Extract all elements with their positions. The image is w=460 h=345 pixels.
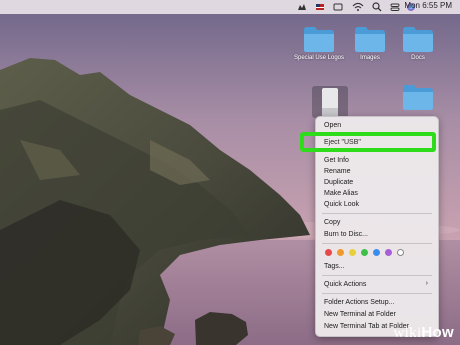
menu-item-get-info[interactable]: Get Info: [324, 156, 349, 165]
menu-item-quick-actions[interactable]: Quick Actions: [324, 280, 366, 289]
menu-item-quick-look[interactable]: Quick Look: [324, 200, 359, 209]
folder-icon: [355, 27, 385, 52]
submenu-arrow-icon: ›: [425, 280, 428, 287]
folder-icon: [304, 27, 334, 52]
keyboard-icon[interactable]: [333, 2, 343, 12]
menu-item-new-terminal[interactable]: New Terminal at Folder: [324, 310, 396, 319]
menu-separator: [322, 275, 432, 276]
folder-icon: [403, 27, 433, 52]
folder-icon: [403, 85, 433, 110]
menubar-clock[interactable]: Mon 6:55 PM: [404, 1, 452, 10]
search-icon[interactable]: [372, 2, 382, 12]
highlight-box: [300, 132, 436, 152]
menu-item-rename[interactable]: Rename: [324, 167, 350, 176]
tag-purple[interactable]: [385, 249, 392, 256]
tag-yellow[interactable]: [349, 249, 356, 256]
menu-bar: Mon 6:55 PM: [0, 0, 460, 14]
desktop-folder-docs[interactable]: Docs: [390, 25, 446, 61]
menu-separator: [322, 293, 432, 294]
menu-item-tags[interactable]: Tags...: [324, 262, 345, 271]
folder-label: Docs: [411, 55, 425, 61]
menu-item-folder-actions-setup[interactable]: Folder Actions Setup...: [324, 298, 394, 307]
desktop-folder[interactable]: [390, 83, 446, 111]
menu-separator: [322, 213, 432, 214]
tag-blue[interactable]: [373, 249, 380, 256]
control-center-icon[interactable]: [390, 2, 400, 12]
desktop-folder-special-use-logos[interactable]: Special Use Logos: [291, 25, 347, 61]
app-icon[interactable]: [297, 2, 307, 12]
menu-item-duplicate[interactable]: Duplicate: [324, 178, 353, 187]
wikihow-watermark: wikiHow: [393, 324, 454, 341]
menu-item-burn-to-disc[interactable]: Burn to Disc...: [324, 230, 368, 239]
wifi-icon[interactable]: [352, 2, 364, 12]
tag-red[interactable]: [325, 249, 332, 256]
menu-item-make-alias[interactable]: Make Alias: [324, 189, 358, 198]
folder-label: Special Use Logos: [293, 55, 345, 61]
tag-gray[interactable]: [397, 249, 404, 256]
tag-green[interactable]: [361, 249, 368, 256]
flag-icon[interactable]: [315, 2, 325, 12]
usb-drive-selection[interactable]: [312, 86, 348, 118]
tag-orange[interactable]: [337, 249, 344, 256]
usb-drive-icon: [322, 88, 338, 116]
menu-separator: [322, 243, 432, 244]
menu-item-open[interactable]: Open: [324, 121, 341, 130]
menu-item-copy[interactable]: Copy: [324, 218, 340, 227]
